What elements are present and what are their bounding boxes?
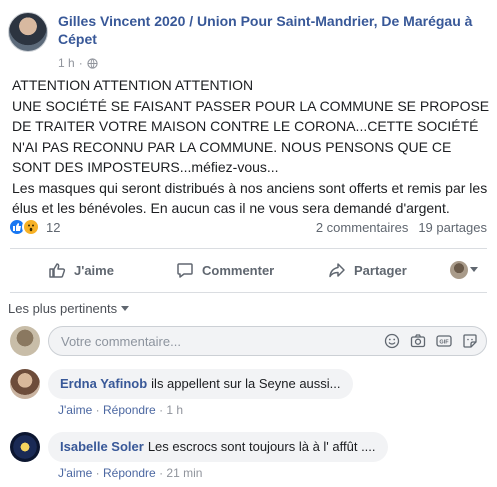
comment-meta: J'aime · Répondre · 1 h xyxy=(58,403,184,417)
comment-reply-link[interactable]: Répondre xyxy=(103,403,156,417)
camera-icon[interactable] xyxy=(410,333,426,349)
like-label: J'aime xyxy=(74,262,114,278)
globe-icon[interactable] xyxy=(87,57,98,69)
comment-text: ils appellent sur la Seyne aussi... xyxy=(151,376,341,391)
comment-icon xyxy=(177,263,193,278)
share-icon xyxy=(329,263,345,278)
comment-like-link[interactable]: J'aime xyxy=(58,466,92,480)
comment-label: Commenter xyxy=(202,262,275,278)
caret-down-icon xyxy=(121,306,130,311)
thumbs-up-icon xyxy=(49,263,66,278)
comments-count[interactable]: 2 commentaires xyxy=(316,220,408,235)
wow-reaction-icon xyxy=(22,218,40,236)
comment-box[interactable]: GIF xyxy=(48,326,487,356)
post-header: Gilles Vincent 2020 / Union Pour Saint-M… xyxy=(8,8,489,70)
share-button[interactable]: Partager xyxy=(328,261,407,279)
divider xyxy=(10,248,487,249)
reactions-summary[interactable]: 12 xyxy=(8,218,60,236)
post-stats: 12 2 commentaires 19 partages xyxy=(8,218,487,238)
post-time[interactable]: 1 h xyxy=(58,56,75,70)
composer-icons: GIF xyxy=(384,333,478,349)
post-body: ATTENTION ATTENTION ATTENTION UNE SOCIÉT… xyxy=(12,77,490,216)
comment-reply-link[interactable]: Répondre xyxy=(103,466,156,480)
author-avatar[interactable] xyxy=(8,12,48,52)
comment-time[interactable]: 1 h xyxy=(166,403,183,417)
comment-time[interactable]: 21 min xyxy=(166,466,202,480)
sticker-icon[interactable] xyxy=(462,333,478,349)
sort-label: Les plus pertinents xyxy=(8,301,118,316)
author-name[interactable]: Gilles Vincent 2020 / Union Pour Saint-M… xyxy=(58,12,478,48)
meta-separator: · xyxy=(78,56,83,70)
viewer-avatar xyxy=(10,326,40,356)
comment-meta: J'aime · Répondre · 21 min xyxy=(58,466,203,480)
comment-bubble: Erdna Yafinob ils appellent sur la Seyne … xyxy=(48,369,353,399)
like-button[interactable]: J'aime xyxy=(48,261,114,279)
shares-count[interactable]: 19 partages xyxy=(418,220,487,235)
emoji-icon[interactable] xyxy=(384,333,400,349)
comment-bubble: Isabelle Soler Les escrocs sont toujours … xyxy=(48,432,388,462)
page-avatar xyxy=(450,261,468,279)
action-bar: J'aime Commenter Partager xyxy=(10,254,487,286)
commenter-avatar[interactable] xyxy=(10,432,40,462)
gif-icon[interactable]: GIF xyxy=(436,333,452,349)
comment-text: Les escrocs sont toujours là à l' affût … xyxy=(147,439,376,454)
reactions-count: 12 xyxy=(46,219,61,235)
commenter-name[interactable]: Erdna Yafinob xyxy=(60,376,147,391)
comment-button[interactable]: Commenter xyxy=(176,261,274,279)
commenter-name[interactable]: Isabelle Soler xyxy=(60,439,144,454)
svg-text:GIF: GIF xyxy=(439,340,449,346)
divider xyxy=(10,292,487,293)
stats-right: 2 commentaires 19 partages xyxy=(316,220,487,235)
comment-sort-dropdown[interactable]: Les plus pertinents xyxy=(8,301,130,316)
comment-composer: GIF xyxy=(8,324,487,358)
chevron-down-icon xyxy=(470,267,478,272)
comment-input[interactable] xyxy=(61,334,341,349)
comment-like-link[interactable]: J'aime xyxy=(58,403,92,417)
post-meta: 1 h · xyxy=(58,56,98,70)
commenter-avatar[interactable] xyxy=(10,369,40,399)
reaction-as-selector[interactable] xyxy=(450,261,478,279)
share-label: Partager xyxy=(354,262,407,278)
